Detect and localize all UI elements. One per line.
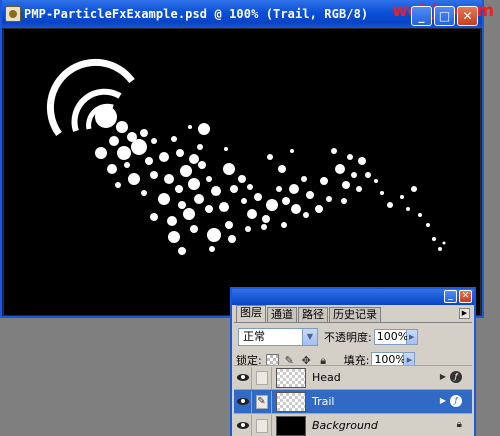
layer-thumbnail [276,367,306,388]
layer-name[interactable]: Trail [312,395,334,408]
layer-effects-icon[interactable]: ƒ [450,371,462,383]
photoshop-document-icon[interactable] [5,6,21,22]
visibility-toggle[interactable] [234,390,252,413]
blend-row: 正常 ▼ 不透明度: 100% ▶ [232,326,474,348]
layer-thumbnail [276,391,306,412]
layer-effects-icon[interactable]: ƒ [450,395,462,407]
eye-icon [236,398,249,405]
visibility-toggle[interactable] [234,366,252,389]
palette-minimize-button[interactable]: _ [444,290,457,303]
layer-name[interactable]: Background [312,419,378,432]
minimize-icon: _ [418,9,425,23]
layers-palette: _ ✕ 图层 通道 路径 历史记录 ▶ 正常 ▼ 不透明度: 100% ▶ 锁定… [230,287,476,436]
brush-icon: ✎ [255,394,268,409]
lock-icon: 🔒︎ [456,419,462,430]
document-titlebar[interactable]: PMP-ParticleFxExample.psd @ 100% (Trail,… [2,0,494,28]
link-toggle[interactable] [252,366,272,389]
minimize-button[interactable]: _ [411,6,432,26]
opacity-input[interactable]: 100% [373,329,408,345]
tab-layers[interactable]: 图层 [236,305,266,322]
close-icon: ✕ [461,291,470,301]
layer-list: Head ▶ ƒ ✎ Trail ▶ ƒ Background 🔒︎ [234,365,472,436]
palette-tabs: 图层 通道 路径 历史记录 ▶ [232,305,474,322]
chevron-down-icon[interactable]: ▼ [302,329,317,345]
opacity-slider-arrow-icon[interactable]: ▶ [406,329,418,345]
maximize-icon: □ [438,9,451,23]
minimize-icon: _ [448,291,453,301]
visibility-toggle[interactable] [234,414,252,436]
tab-paths[interactable]: 路径 [298,307,328,322]
layer-row-background[interactable]: Background 🔒︎ [234,413,472,436]
palette-titlebar[interactable]: _ ✕ [232,289,474,305]
opacity-label: 不透明度: [324,331,372,344]
palette-close-button[interactable]: ✕ [459,290,472,303]
layer-name[interactable]: Head [312,371,341,384]
particle-artwork [46,58,446,255]
eye-icon [236,422,249,429]
expand-effects-icon[interactable]: ▶ [440,396,446,405]
blend-mode-select[interactable]: 正常 ▼ [238,328,318,346]
close-button[interactable]: ✕ [457,6,478,26]
blend-mode-value: 正常 [243,330,265,343]
maximize-button[interactable]: □ [434,6,455,26]
tab-channels[interactable]: 通道 [267,307,297,322]
layer-row-head[interactable]: Head ▶ ƒ [234,365,472,389]
particle-trail [95,121,446,255]
expand-effects-icon[interactable]: ▶ [440,372,446,381]
palette-menu-arrow-icon[interactable]: ▶ [459,308,470,319]
document-title: PMP-ParticleFxExample.psd @ 100% (Trail,… [24,7,369,21]
layer-row-trail[interactable]: ✎ Trail ▶ ƒ [234,389,472,413]
document-canvas[interactable] [3,28,481,316]
tab-history[interactable]: 历史记录 [329,307,381,322]
link-toggle[interactable] [252,414,272,436]
document-window: PMP-ParticleFxExample.psd @ 100% (Trail,… [0,0,494,318]
layer-thumbnail [276,415,306,436]
close-icon: ✕ [462,9,473,23]
link-toggle[interactable]: ✎ [252,390,272,413]
eye-icon [236,374,249,381]
